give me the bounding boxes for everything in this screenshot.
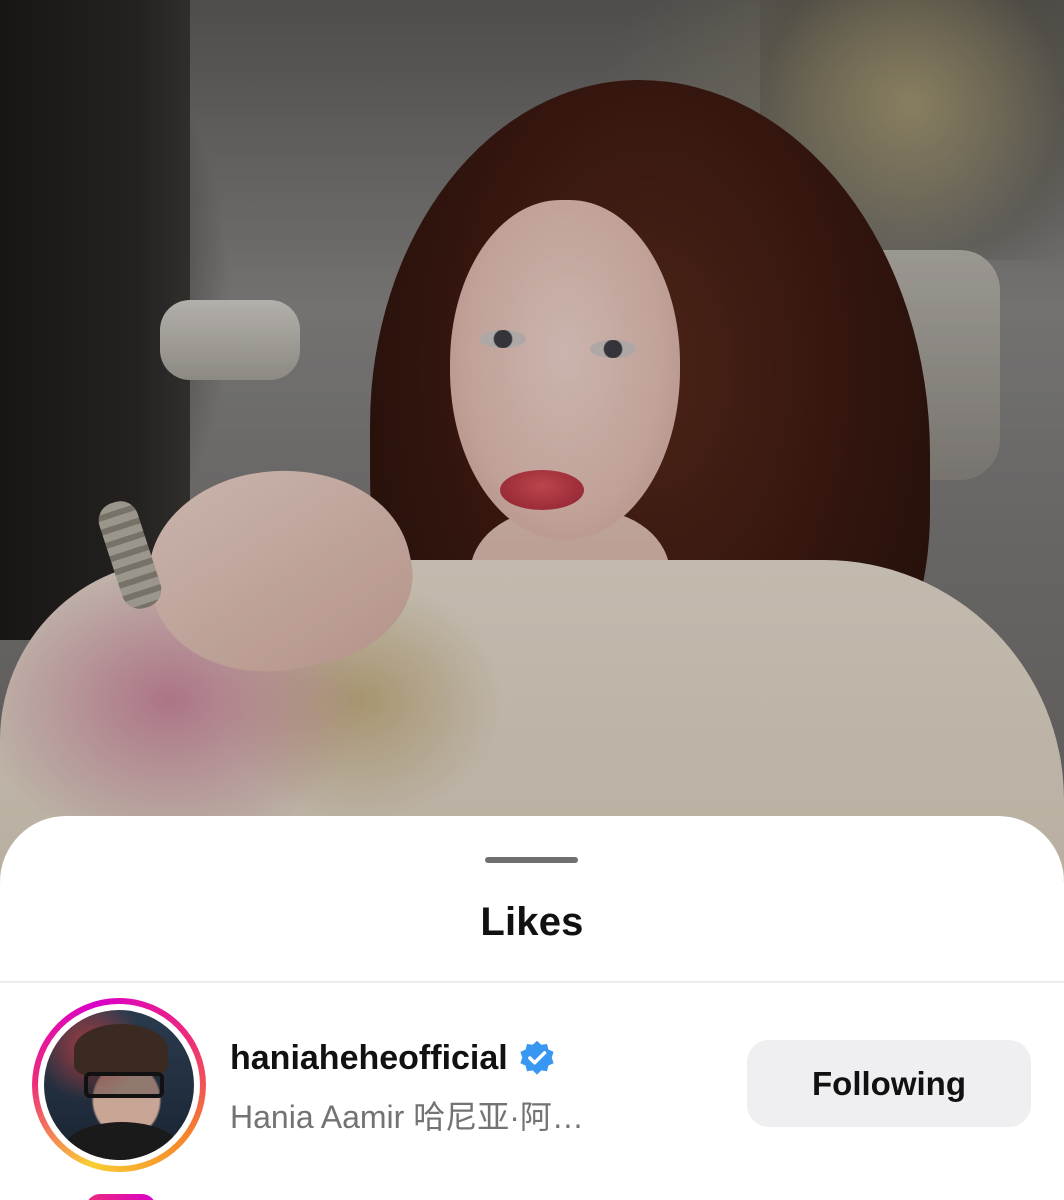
verified-badge-icon: [518, 1039, 556, 1077]
photo-dim-overlay: [0, 0, 1064, 880]
avatar-gap: [38, 1004, 200, 1166]
next-row-story-ring: [86, 1194, 156, 1200]
sheet-grabber[interactable]: [485, 857, 578, 863]
likes-sheet: Likes haniaheheofficial Hania Aamir 哈尼亚·…: [0, 816, 1064, 1200]
like-row[interactable]: haniaheheofficial Hania Aamir 哈尼亚·阿… Fol…: [0, 998, 1064, 1174]
following-button[interactable]: Following: [747, 1040, 1031, 1127]
avatar[interactable]: [44, 1010, 194, 1160]
avatar-body: [62, 1122, 182, 1160]
full-name: Hania Aamir 哈尼亚·阿…: [230, 1099, 584, 1135]
username-line: haniaheheofficial: [230, 1036, 556, 1080]
sheet-divider: [0, 981, 1064, 983]
post-photo: [0, 0, 1064, 880]
avatar-glasses: [84, 1072, 164, 1098]
username[interactable]: haniaheheofficial: [230, 1039, 508, 1078]
avatar-hair: [74, 1024, 168, 1076]
sheet-title: Likes: [480, 900, 584, 944]
story-ring[interactable]: [32, 998, 206, 1172]
screen: Likes haniaheheofficial Hania Aamir 哈尼亚·…: [0, 0, 1064, 1200]
